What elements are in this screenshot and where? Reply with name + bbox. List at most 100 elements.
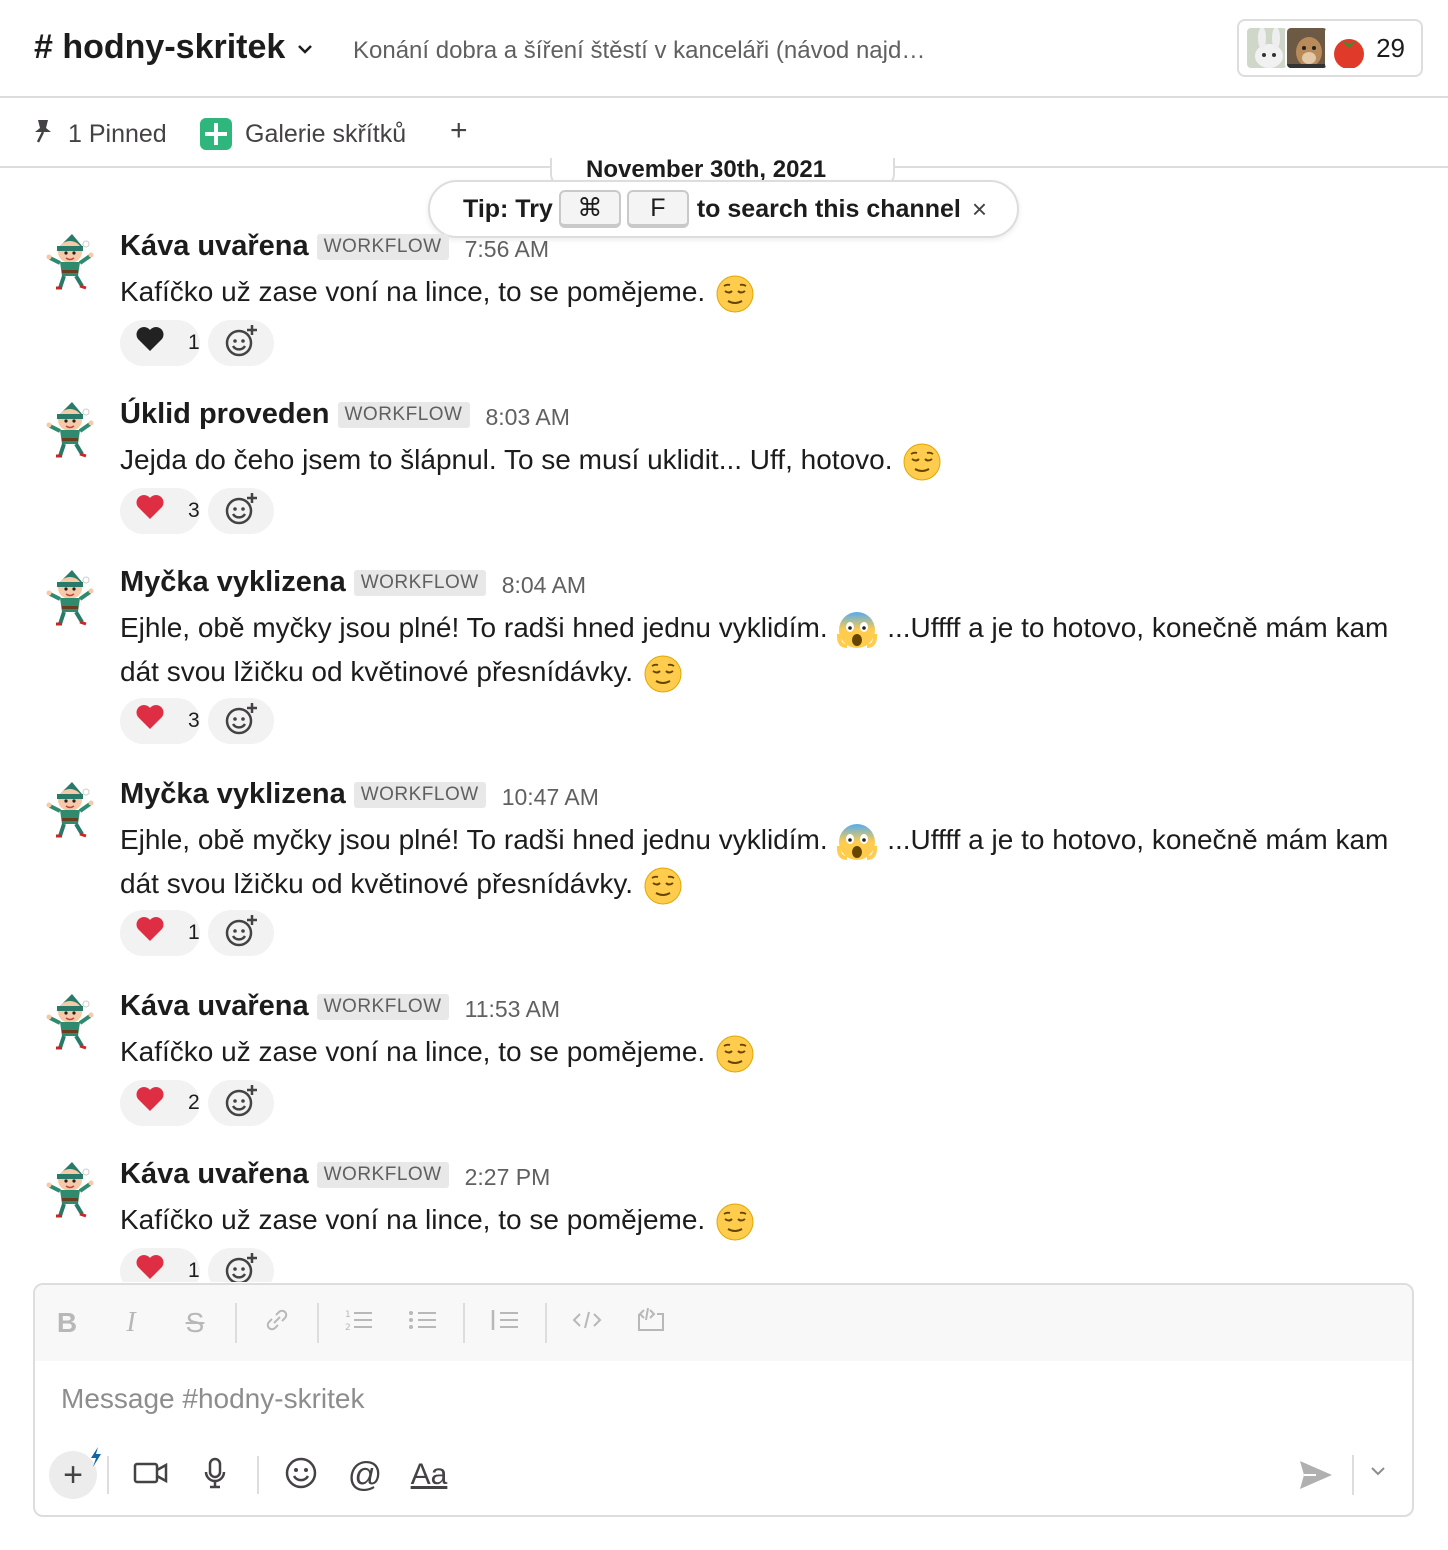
at-sign-icon: @ <box>347 1455 383 1494</box>
add-reaction-button[interactable] <box>208 698 274 744</box>
add-reaction-button[interactable] <box>208 320 274 366</box>
strikethrough-icon: S <box>185 1307 205 1338</box>
message-time[interactable]: 8:04 AM <box>502 572 586 599</box>
member-avatar <box>1285 26 1329 70</box>
italic-button[interactable]: I <box>99 1299 163 1347</box>
command-key: ⌘ <box>558 190 621 228</box>
elf-avatar[interactable] <box>42 992 98 1052</box>
message-author[interactable]: Myčka vyklizena <box>120 778 346 811</box>
add-reaction-button[interactable] <box>208 910 274 956</box>
reaction-pill[interactable]: 3 <box>120 698 200 744</box>
elf-avatar[interactable] <box>42 232 98 292</box>
pinned-button[interactable]: 1 Pinned <box>32 118 167 151</box>
reaction-pill[interactable]: 1 <box>120 320 200 366</box>
add-bookmark-button[interactable]: + <box>450 114 468 148</box>
toolbar-divider <box>257 1456 259 1494</box>
message-time[interactable]: 7:56 AM <box>465 236 549 263</box>
code-button[interactable] <box>555 1299 619 1347</box>
workflow-badge: WORKFLOW <box>353 569 486 596</box>
audio-button[interactable] <box>183 1451 247 1499</box>
message-time[interactable]: 10:47 AM <box>502 784 599 811</box>
send-icon <box>1296 1461 1336 1497</box>
strikethrough-button[interactable]: S <box>163 1299 227 1347</box>
relieved-face-icon <box>643 654 683 694</box>
red-heart-icon <box>134 1083 174 1123</box>
ordered-list-icon: 12 <box>344 1307 374 1340</box>
toolbar-divider <box>107 1456 109 1494</box>
message-author[interactable]: Káva uvařena <box>120 990 309 1023</box>
channel-topic[interactable]: Konání dobra a šíření štěstí v kanceláři… <box>353 37 925 65</box>
link-button[interactable] <box>245 1299 309 1347</box>
add-reaction-button[interactable] <box>208 1080 274 1126</box>
canvas-icon <box>200 118 232 150</box>
add-emoji-icon <box>224 1252 258 1282</box>
formatting-toggle-button[interactable]: Aa <box>397 1451 461 1499</box>
reaction-count: 1 <box>188 1259 200 1282</box>
message-input[interactable]: Message #hodny-skritek <box>61 1383 364 1415</box>
smiley-icon <box>284 1456 318 1495</box>
emoji-button[interactable] <box>269 1451 333 1499</box>
reaction-pill[interactable]: 3 <box>120 488 200 534</box>
elf-avatar[interactable] <box>42 400 98 460</box>
members-button[interactable]: 29 <box>1237 19 1423 77</box>
attach-button[interactable]: + <box>49 1447 101 1499</box>
message-text: Kafíčko už zase voní na lince, to se pom… <box>120 1030 1410 1074</box>
close-icon[interactable]: × <box>972 194 987 225</box>
member-count: 29 <box>1376 33 1405 63</box>
channel-name-button[interactable]: # hodny-skritek <box>34 28 313 67</box>
add-emoji-icon <box>224 1084 258 1123</box>
message-time[interactable]: 11:53 AM <box>465 996 560 1023</box>
workflow-badge: WORKFLOW <box>337 401 470 428</box>
send-button[interactable] <box>1296 1457 1336 1493</box>
bookmark-gallery[interactable]: Galerie skřítků <box>200 118 406 150</box>
f-key: F <box>626 190 689 228</box>
message-author[interactable]: Káva uvařena <box>120 230 309 263</box>
bold-icon: B <box>56 1307 78 1338</box>
toolbar-divider <box>1352 1455 1354 1495</box>
reaction-pill[interactable]: 2 <box>120 1080 200 1126</box>
red-heart-icon <box>134 701 174 741</box>
message: Káva uvařena WORKFLOW 2:27 PM Kafíčko už… <box>0 1160 1448 1282</box>
workflow-badge: WORKFLOW <box>316 233 449 260</box>
message-author[interactable]: Káva uvařena <box>120 1160 309 1191</box>
message-time[interactable]: 8:03 AM <box>486 404 570 431</box>
channel-header: # hodny-skritek Konání dobra a šíření št… <box>0 0 1448 98</box>
bulleted-list-button[interactable] <box>391 1299 455 1347</box>
pinned-label: 1 Pinned <box>68 120 167 148</box>
reaction-pill[interactable]: 1 <box>120 1248 200 1282</box>
plus-icon: + <box>63 1455 83 1494</box>
elf-avatar[interactable] <box>42 568 98 628</box>
reaction-count: 3 <box>188 499 200 522</box>
toolbar-divider <box>235 1303 237 1343</box>
send-options-button[interactable] <box>1370 1461 1386 1482</box>
pin-icon <box>32 118 54 151</box>
blockquote-icon <box>490 1307 520 1340</box>
video-button[interactable] <box>119 1451 183 1499</box>
message-author[interactable]: Úklid proveden <box>120 398 330 431</box>
workflow-badge: WORKFLOW <box>316 993 449 1020</box>
screaming-face-icon <box>837 610 878 650</box>
reaction-pill[interactable]: 1 <box>120 910 200 956</box>
blockquote-button[interactable] <box>473 1299 537 1347</box>
code-icon <box>571 1307 603 1339</box>
elf-avatar[interactable] <box>42 1160 98 1220</box>
code-block-button[interactable] <box>619 1299 683 1347</box>
reaction-count: 1 <box>188 921 200 944</box>
add-reaction-button[interactable] <box>208 1248 274 1282</box>
workflow-badge: WORKFLOW <box>316 1161 449 1188</box>
toolbar-divider <box>317 1303 319 1343</box>
add-reaction-button[interactable] <box>208 488 274 534</box>
ordered-list-button[interactable]: 12 <box>327 1299 391 1347</box>
bold-button[interactable]: B <box>35 1299 99 1347</box>
mention-button[interactable]: @ <box>333 1451 397 1499</box>
red-heart-icon <box>134 913 174 953</box>
relieved-face-icon <box>715 1202 755 1242</box>
text-format-icon: Aa <box>410 1458 448 1491</box>
message-text: Kafíčko už zase voní na lince, to se pom… <box>120 1198 1410 1242</box>
channel-name: # hodny-skritek <box>34 28 286 66</box>
reaction-count: 3 <box>188 709 200 732</box>
black-heart-icon <box>134 323 174 363</box>
message-author[interactable]: Myčka vyklizena <box>120 566 346 599</box>
elf-avatar[interactable] <box>42 780 98 840</box>
message-time[interactable]: 2:27 PM <box>465 1164 551 1191</box>
